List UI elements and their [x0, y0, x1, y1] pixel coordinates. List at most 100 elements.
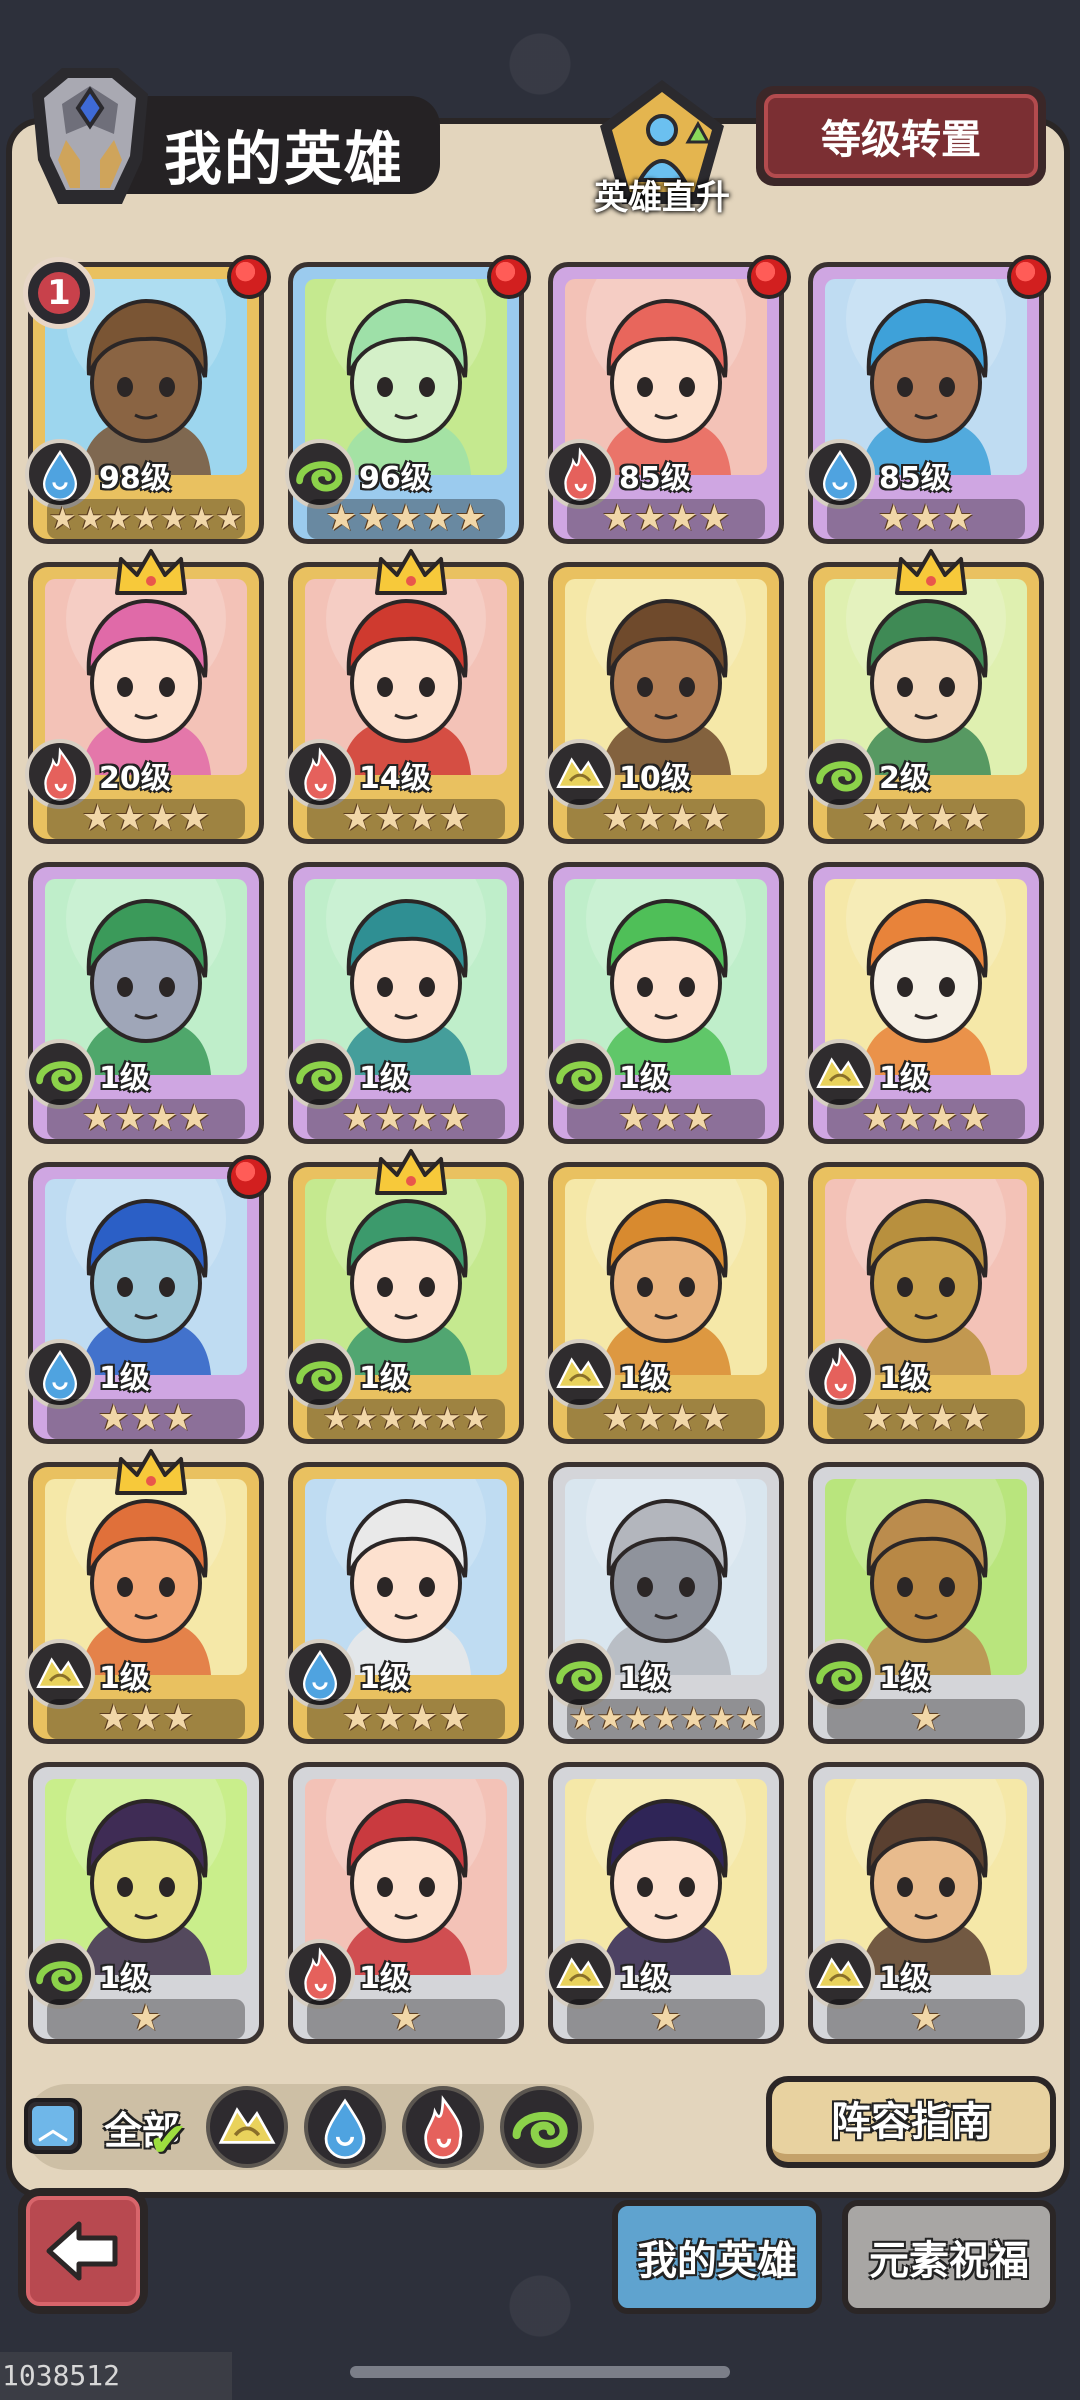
collapse-filter-button[interactable]: ︿ — [24, 2098, 82, 2154]
star-icon: ★ — [113, 798, 146, 839]
hero-level: 1级 — [99, 1961, 150, 1996]
tab-my-heroes[interactable]: 我的英雄 — [612, 2200, 822, 2314]
star-icon: ★ — [341, 1098, 374, 1139]
hero-card[interactable]: 1级 ★ ★ ★ — [25, 1449, 264, 1744]
hero-card[interactable]: 1级 ★ ★ ★ — [545, 862, 784, 1144]
tab-element-blessing[interactable]: 元素祝福 — [842, 2200, 1056, 2314]
star-icon: ★ — [146, 798, 179, 839]
hero-card[interactable]: 1级 ★ — [25, 1762, 264, 2044]
star-icon: ★ — [877, 498, 910, 539]
hero-card[interactable]: 1级 ★ ★ ★ ★ ★ ★ ★ — [545, 1462, 784, 1744]
hero-level: 85级 — [619, 461, 691, 496]
hero-card[interactable]: 14级 ★ ★ ★ ★ — [285, 549, 524, 844]
hero-card[interactable]: 1级 ★ — [285, 1762, 524, 2044]
level-transfer-label: 等级转置 — [764, 94, 1038, 178]
crown-icon — [111, 545, 191, 601]
star-icon: ★ — [652, 1700, 680, 1737]
hero-card[interactable]: 1级 ★ ★ ★ ★ — [805, 862, 1044, 1144]
star-icon: ★ — [178, 798, 211, 839]
level-transfer-button[interactable]: 等级转置 — [756, 86, 1046, 186]
hero-card[interactable]: 1级 ★ ★ ★ ★ — [285, 1462, 524, 1744]
star-icon: ★ — [178, 1098, 211, 1139]
star-icon: ★ — [373, 798, 406, 839]
hero-card[interactable]: 98级 ★ ★ ★ ★ ★ ★ ★ 1 — [23, 255, 271, 544]
star-icon: ★ — [861, 1398, 894, 1439]
hero-level-row: 85级 — [545, 439, 779, 509]
star-icon: ★ — [649, 1998, 683, 2039]
hero-level: 1级 — [359, 1061, 410, 1096]
hero-stars: ★ ★ ★ — [47, 1699, 245, 1739]
hero-level-row: 1级 — [545, 1639, 779, 1709]
hero-stars: ★ ★ ★ ★ — [567, 499, 765, 539]
hero-level: 1级 — [619, 1661, 670, 1696]
hero-stars: ★ — [827, 1699, 1025, 1739]
star-icon: ★ — [129, 1998, 163, 2039]
hero-card[interactable]: 1级 ★ ★ ★ ★ — [25, 862, 264, 1144]
star-icon: ★ — [433, 1400, 462, 1437]
hero-card[interactable]: 85级 ★ ★ ★ ★ — [545, 255, 791, 544]
star-icon: ★ — [438, 798, 471, 839]
star-icon: ★ — [698, 798, 731, 839]
hero-card[interactable]: 85级 ★ ★ ★ — [805, 255, 1051, 544]
hero-stars: ★ ★ ★ ★ ★ ★ ★ — [567, 1699, 765, 1739]
hero-level-row: 14级 — [285, 739, 519, 809]
hero-card[interactable]: 96级 ★ ★ ★ ★ ★ — [285, 255, 531, 544]
star-icon: ★ — [146, 1098, 179, 1139]
back-button[interactable] — [18, 2188, 148, 2314]
star-icon: ★ — [48, 500, 77, 537]
star-icon: ★ — [97, 1398, 130, 1439]
hero-card[interactable]: 1级 ★ — [805, 1462, 1044, 1744]
star-icon: ★ — [422, 498, 455, 539]
hero-stars: ★ ★ ★ — [567, 1099, 765, 1139]
star-icon: ★ — [129, 1398, 163, 1439]
lineup-guide-button[interactable]: 阵容指南 — [766, 2076, 1056, 2168]
filter-wind-icon[interactable] — [500, 2086, 582, 2168]
hero-card[interactable]: 2级 ★ ★ ★ ★ — [805, 549, 1044, 844]
home-indicator[interactable] — [350, 2366, 730, 2378]
hero-level-row: 1级 — [805, 1939, 1039, 2009]
star-icon: ★ — [159, 500, 188, 537]
notification-dot — [1007, 255, 1051, 299]
hero-card[interactable]: 1级 ★ ★ ★ ★ — [805, 1162, 1044, 1444]
hero-stars: ★ ★ ★ ★ — [567, 1399, 765, 1439]
star-icon: ★ — [633, 798, 666, 839]
hero-level: 1级 — [619, 1961, 670, 1996]
star-icon: ★ — [406, 1098, 439, 1139]
star-icon: ★ — [438, 1098, 471, 1139]
hero-stars: ★ ★ ★ ★ — [307, 1699, 505, 1739]
notification-dot — [227, 255, 271, 299]
hero-card[interactable]: 1级 ★ ★ ★ — [25, 1155, 271, 1444]
hero-level-row: 1级 — [25, 1939, 259, 2009]
star-icon: ★ — [132, 500, 160, 537]
helmet-icon — [22, 64, 158, 214]
hero-card[interactable]: 1级 ★ ★ ★ ★ — [285, 862, 524, 1144]
hero-direct-up-label: 英雄直升 — [594, 178, 730, 218]
filter-fire-icon[interactable] — [402, 2086, 484, 2168]
filter-water-icon[interactable] — [304, 2086, 386, 2168]
hero-stars: ★ ★ ★ ★ — [307, 1099, 505, 1139]
crown-icon — [371, 545, 451, 601]
hero-level-row: 1级 — [285, 1339, 519, 1409]
notification-dot — [227, 1155, 271, 1199]
hero-card[interactable]: 1级 ★ — [805, 1762, 1044, 2044]
star-icon: ★ — [389, 498, 423, 539]
hero-stars: ★ — [567, 1999, 765, 2039]
hero-level: 1级 — [879, 1061, 930, 1096]
hero-level: 1级 — [359, 1361, 410, 1396]
filter-earth-icon[interactable] — [206, 2086, 288, 2168]
hero-level-row: 1级 — [25, 1639, 259, 1709]
hero-stars: ★ ★ ★ ★ ★ ★ ★ — [47, 499, 245, 539]
hero-stars: ★ ★ ★ ★ ★ ★ — [307, 1399, 505, 1439]
hero-stars: ★ ★ ★ ★ — [47, 799, 245, 839]
star-icon: ★ — [893, 798, 926, 839]
hero-card[interactable]: 1级 ★ ★ ★ ★ ★ ★ — [285, 1149, 524, 1444]
hero-card[interactable]: 1级 ★ — [545, 1762, 784, 2044]
hero-stars: ★ ★ ★ ★ — [307, 799, 505, 839]
hero-card[interactable]: 1级 ★ ★ ★ ★ — [545, 1162, 784, 1444]
hero-card[interactable]: 10级 ★ ★ ★ ★ — [545, 562, 784, 844]
star-icon: ★ — [406, 1698, 439, 1739]
hero-stars: ★ ★ ★ ★ — [47, 1099, 245, 1139]
rank-badge: 1 — [23, 257, 95, 329]
hero-card[interactable]: 20级 ★ ★ ★ ★ — [25, 549, 264, 844]
star-icon: ★ — [596, 1700, 625, 1737]
